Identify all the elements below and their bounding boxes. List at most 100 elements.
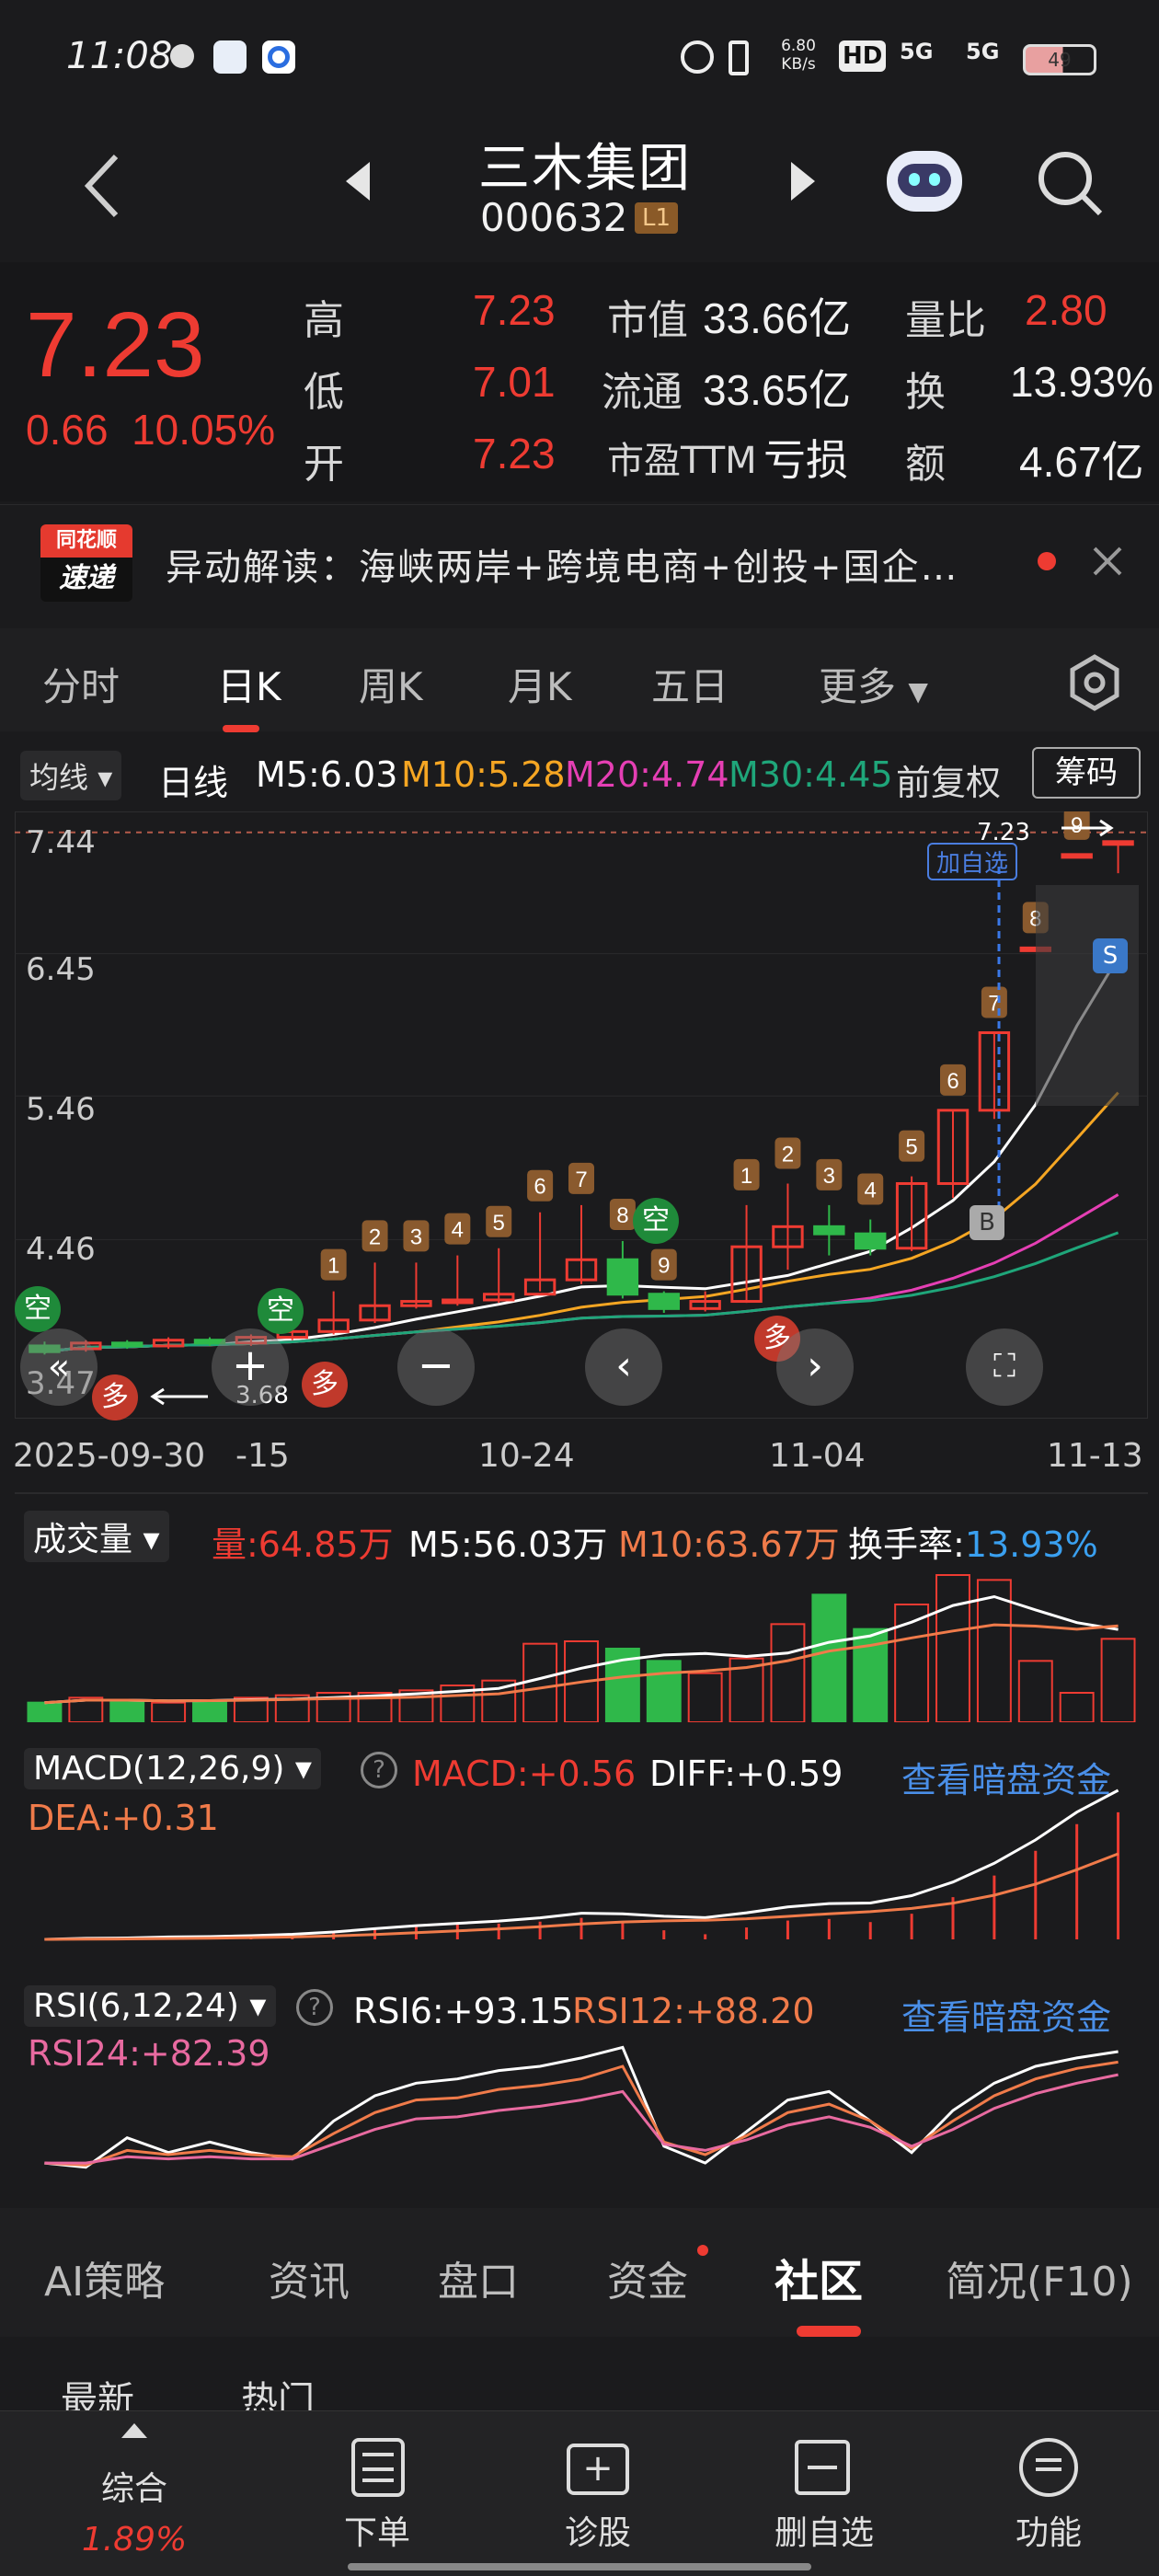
robot-assistant-icon[interactable]: [883, 138, 966, 221]
sub-tabs: [0, 2337, 1159, 2410]
count-marker-label: 1: [740, 1164, 752, 1189]
tab-community[interactable]: 社区: [775, 2245, 863, 2309]
candle-body: [442, 1298, 474, 1305]
count-marker-label: 8: [616, 1203, 628, 1228]
fullscreen-button[interactable]: ⛶: [966, 1328, 1043, 1406]
ma-selector[interactable]: 均线 ▾: [20, 751, 122, 800]
level-badge: L1: [635, 202, 679, 234]
count-marker-label: 6: [947, 1069, 958, 1094]
index-change: 1.89%: [81, 2521, 188, 2559]
duo-signal: 多: [302, 1362, 348, 1408]
float-value: 33.65亿: [703, 366, 852, 414]
volume-bar: [192, 1699, 227, 1722]
rsi-selector[interactable]: RSI(6,12,24) ▾: [24, 1985, 276, 2027]
tab-indicator: [223, 725, 259, 732]
ma10-value: M10:5.28: [401, 754, 566, 795]
tab-monthly-k[interactable]: 月K: [508, 656, 572, 712]
volume-bar: [811, 1593, 847, 1722]
ma30-value: M30:4.45: [729, 754, 893, 795]
count-marker-label: 9: [658, 1254, 670, 1279]
rsi-line: [44, 2045, 1119, 2169]
search-icon[interactable]: [1034, 147, 1107, 221]
pe-value: 亏损: [763, 436, 848, 484]
nav-overview[interactable]: 综合: [42, 2462, 226, 2510]
net-speed: 6.80 KB/s: [781, 37, 816, 74]
x-tick: 2025-09-30: [13, 1437, 206, 1475]
help-icon[interactable]: ?: [296, 1989, 333, 2026]
x-tick: 11-13: [1047, 1437, 1143, 1475]
candle-body: [111, 1341, 143, 1348]
ma-line: [44, 956, 1119, 1353]
open-value: 7.23: [473, 430, 556, 477]
scroll-left-button[interactable]: ‹: [585, 1328, 662, 1406]
stock-name: 三木集团: [478, 139, 692, 199]
rsi-chart: [44, 2045, 1119, 2169]
prev-stock-icon[interactable]: [342, 160, 373, 202]
candle-body: [1061, 853, 1093, 859]
turnover-value: 13.93%: [1010, 358, 1154, 406]
tab-ai-strategy[interactable]: AI策略: [44, 2248, 165, 2307]
settings-icon[interactable]: [1065, 653, 1124, 712]
kong-signal: 空: [15, 1286, 61, 1332]
x-tick: 11-04: [769, 1437, 866, 1475]
price-change: 0.66 10.05%: [26, 406, 276, 454]
count-marker-label: 2: [782, 1142, 794, 1167]
next-stock-icon[interactable]: [787, 160, 819, 202]
nav-functions[interactable]: 功能: [957, 2506, 1141, 2554]
chips-button[interactable]: 筹码: [1032, 747, 1141, 799]
volume-chart: [27, 1574, 1136, 1722]
news-text[interactable]: 异动解读：海峡两岸+跨境电商+创投+国企…: [166, 537, 959, 591]
vibrate-icon: [729, 40, 749, 75]
candle-body: [813, 1225, 845, 1236]
mktcap-label: 市值: [607, 297, 688, 344]
amount-value: 4.67亿: [1019, 438, 1144, 486]
add-watchlist-tag[interactable]: 加自选: [927, 843, 1018, 880]
diagnose-icon[interactable]: +: [567, 2444, 629, 2495]
x-tick: 10-24: [478, 1437, 575, 1475]
volume-bar: [1100, 1638, 1136, 1722]
tab-more[interactable]: 更多 ▼: [819, 656, 928, 712]
pe-label: 市盈TTM: [607, 440, 757, 482]
scroll-start-button[interactable]: «: [20, 1328, 98, 1406]
divider: [15, 1492, 1148, 1494]
remove-watchlist-icon[interactable]: [795, 2440, 850, 2495]
nav-order[interactable]: 下单: [285, 2506, 469, 2554]
home-indicator: [348, 2563, 811, 2570]
last-price: 7.23: [26, 293, 205, 397]
zoom-out-button[interactable]: −: [397, 1328, 475, 1406]
close-icon[interactable]: [1091, 545, 1124, 578]
turnover-label: 换: [905, 369, 946, 416]
count-marker-label: 3: [410, 1225, 422, 1249]
expand-icon[interactable]: [121, 2423, 147, 2438]
notification-icon: [170, 44, 194, 68]
count-marker-label: 1: [327, 1254, 339, 1279]
volume-bar: [1059, 1692, 1095, 1722]
kong-signal: 空: [633, 1198, 679, 1244]
tab-five-day[interactable]: 五日: [651, 656, 729, 712]
scroll-right-button[interactable]: ›: [776, 1328, 854, 1406]
tab-f10[interactable]: 简况(F10): [946, 2248, 1159, 2307]
tab-capital[interactable]: 资金: [607, 2248, 688, 2307]
app-icon: [262, 40, 295, 74]
nav-diagnose[interactable]: 诊股: [506, 2506, 690, 2554]
volume-selector[interactable]: 成交量 ▾: [24, 1511, 169, 1562]
tab-daily-k[interactable]: 日K: [217, 656, 281, 712]
chart-border: [15, 811, 1148, 1419]
function-icon[interactable]: [1019, 2438, 1078, 2497]
tab-news[interactable]: 资讯: [269, 2248, 350, 2307]
nav-remove-watchlist[interactable]: 删自选: [732, 2506, 916, 2554]
zoom-in-button[interactable]: +: [212, 1328, 289, 1406]
back-icon[interactable]: [79, 149, 125, 223]
volratio-value: 2.80: [1025, 286, 1107, 334]
kline-chart[interactable]: 12 3 4 56 789123456789: [15, 811, 1148, 1419]
tab-weekly-k[interactable]: 周K: [359, 656, 423, 712]
order-icon[interactable]: [351, 2438, 405, 2497]
high-value: 7.23: [473, 286, 556, 334]
tab-intraday[interactable]: 分时: [42, 656, 120, 712]
tab-orderbook[interactable]: 盘口: [438, 2248, 519, 2307]
duo-signal: 多: [92, 1374, 138, 1420]
candle-body: [606, 1258, 639, 1296]
adjust-label[interactable]: 前复权: [896, 754, 1001, 805]
float-label: 流通: [602, 369, 683, 416]
count-marker-label: 4: [452, 1218, 464, 1243]
